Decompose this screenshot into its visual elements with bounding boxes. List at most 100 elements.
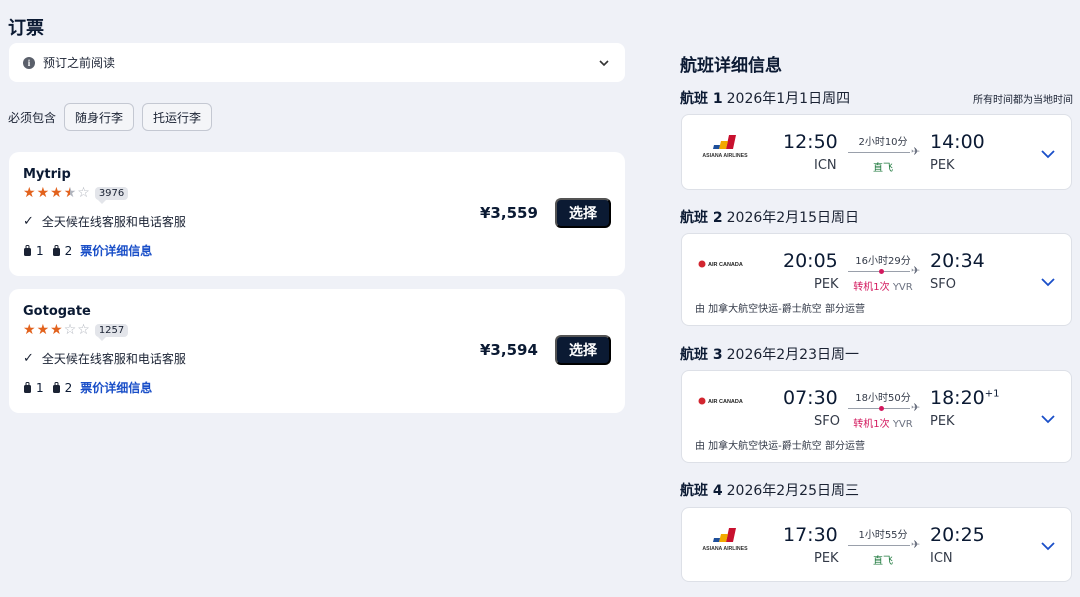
- star-icon: ★: [50, 185, 63, 201]
- stop-airport: YVR: [892, 419, 913, 430]
- chevron-down-icon[interactable]: [1040, 277, 1056, 287]
- air-canada-logo: AIR CANADA: [698, 260, 743, 268]
- flight-segment-card[interactable]: AIR CANADA 20:05 PEK 16小时29分 ✈ 转机1次 YVR …: [681, 233, 1072, 326]
- flight-segment-card[interactable]: AIR CANADA 07:30 SFO 18小时50分 ✈ 转机1次 YVR …: [681, 370, 1072, 463]
- arrival-time-value: 20:25: [930, 524, 985, 546]
- fare-details-link[interactable]: 票价详细信息: [80, 379, 152, 396]
- segment-header: 航班 1 2026年1月1日周四 所有时间都为当地时间: [680, 88, 1073, 108]
- operated-by: 由 加拿大航空快运-爵士航空 部分运营: [695, 304, 865, 315]
- star-icon: ★: [23, 322, 36, 338]
- checked-bag-icon: [52, 381, 60, 393]
- route-line: [848, 152, 910, 153]
- arrival-airport: ICN: [930, 551, 953, 566]
- select-offer-button[interactable]: 选择: [555, 198, 611, 228]
- review-count: 3976: [94, 186, 129, 204]
- arrival-airport: PEK: [930, 158, 955, 173]
- carry-on-count: 1: [36, 243, 44, 258]
- empty-star-icon: ☆: [77, 185, 90, 201]
- arrival-airport: PEK: [930, 414, 955, 429]
- chevron-down-icon[interactable]: [1040, 414, 1056, 424]
- notice-text: 预订之前阅读: [43, 56, 116, 70]
- asiana-airlines-logo: ASIANA AIRLINES: [702, 528, 748, 552]
- must-include-filter: 必须包含 随身行李 托运行李: [8, 103, 220, 131]
- rating-stars: ★ ★ ★ ☆ ☆ 1257: [23, 322, 129, 341]
- must-include-label: 必须包含: [8, 110, 57, 125]
- select-offer-button[interactable]: 选择: [555, 335, 611, 365]
- star-icon: ★: [36, 185, 50, 201]
- arrival-time: 18:20+1: [930, 387, 1000, 409]
- asiana-airlines-logo: ASIANA AIRLINES: [702, 135, 748, 159]
- check-icon: ✓: [23, 351, 34, 366]
- departure-airport: SFO: [814, 414, 840, 429]
- offer-card: Mytrip ★ ★ ★ ★ ☆ 3976 ✓ 全天候在线客服和电话客服 1 2…: [9, 152, 625, 276]
- checked-bag-icon: [52, 244, 60, 256]
- flight-segment-card[interactable]: ASIANA AIRLINES 17:30 PEK 1小时55分 ✈ 直飞 20…: [681, 507, 1072, 582]
- arrival-time: 20:34: [930, 250, 985, 272]
- rating-stars: ★ ★ ★ ★ ☆ 3976: [23, 185, 129, 204]
- stops-info: 直飞: [848, 552, 918, 567]
- stops-text: 直飞: [873, 163, 893, 174]
- arrival-time-value: 14:00: [930, 131, 985, 153]
- plane-icon: ✈: [911, 401, 921, 414]
- carry-on-count: 1: [36, 380, 44, 395]
- next-day-indicator: +1: [984, 388, 1000, 400]
- offer-price: ¥3,594: [480, 341, 538, 359]
- chevron-down-icon[interactable]: [1040, 541, 1056, 551]
- stop-airport: YVR: [892, 282, 913, 293]
- half-star-icon: ★: [63, 185, 77, 201]
- review-count: 1257: [94, 323, 129, 341]
- departure-time: 12:50: [783, 131, 838, 153]
- service-text: 全天候在线客服和电话客服: [41, 215, 186, 229]
- fare-details-link[interactable]: 票价详细信息: [80, 242, 152, 259]
- segment-header: 航班 3 2026年2月23日周一: [680, 344, 1073, 364]
- departure-time: 07:30: [783, 387, 838, 409]
- flight-details-title: 航班详细信息: [680, 56, 782, 76]
- svg-text:ASIANA AIRLINES: ASIANA AIRLINES: [702, 153, 748, 159]
- layover-dot: [879, 269, 884, 274]
- departure-airport: PEK: [814, 551, 839, 566]
- segment-label: 航班 2: [680, 210, 723, 226]
- departure-airport: PEK: [814, 277, 839, 292]
- stops-text: 直飞: [873, 556, 893, 567]
- local-time-note: 所有时间都为当地时间: [973, 95, 1073, 106]
- pre-booking-notice[interactable]: i 预订之前阅读: [9, 43, 625, 82]
- offer-card: Gotogate ★ ★ ★ ☆ ☆ 1257 ✓ 全天候在线客服和电话客服 1…: [9, 289, 625, 413]
- arrival-time-value: 20:34: [930, 250, 985, 272]
- segment-date: 2026年1月1日周四: [726, 91, 851, 107]
- segment-label: 航班 1: [680, 91, 723, 107]
- stops-info: 转机1次 YVR: [848, 415, 918, 430]
- star-icon: ★: [50, 322, 63, 338]
- chevron-down-icon[interactable]: [1040, 149, 1056, 159]
- provider-name: Gotogate: [23, 304, 91, 319]
- flight-duration: 1小时55分: [858, 530, 908, 541]
- stops-info: 转机1次 YVR: [848, 278, 918, 293]
- segment-date: 2026年2月15日周日: [726, 210, 859, 226]
- check-icon: ✓: [23, 214, 34, 229]
- departure-airport: ICN: [814, 158, 837, 173]
- chevron-down-icon[interactable]: [597, 56, 611, 70]
- arrival-time: 20:25: [930, 524, 985, 546]
- segment-date: 2026年2月23日周一: [726, 347, 859, 363]
- segment-header: 航班 4 2026年2月25日周三: [680, 480, 1073, 500]
- baggage-info: 1 2 票价详细信息: [23, 379, 152, 396]
- arrival-time: 14:00: [930, 131, 985, 153]
- info-icon: i: [23, 56, 35, 69]
- departure-time: 17:30: [783, 524, 838, 546]
- service-info: ✓ 全天候在线客服和电话客服: [23, 213, 186, 230]
- offer-price: ¥3,559: [480, 204, 538, 222]
- arrival-time-value: 18:20: [930, 387, 985, 409]
- checked-bag-count: 2: [64, 243, 73, 258]
- page-title: 订票: [8, 18, 44, 39]
- provider-name: Mytrip: [23, 167, 71, 182]
- segment-label: 航班 3: [680, 347, 723, 363]
- departure-time: 20:05: [783, 250, 838, 272]
- flight-segment-card[interactable]: ASIANA AIRLINES 12:50 ICN 2小时10分 ✈ 直飞 14…: [681, 114, 1072, 190]
- carry-on-bag-icon: [24, 381, 31, 393]
- flight-duration: 18小时50分: [855, 393, 911, 404]
- carry-on-filter-button[interactable]: 随身行李: [64, 103, 135, 131]
- checked-bag-filter-button[interactable]: 托运行李: [142, 103, 213, 131]
- flight-duration: 2小时10分: [858, 137, 908, 148]
- flight-duration: 16小时29分: [855, 256, 911, 267]
- route-line: [848, 545, 910, 546]
- segment-date: 2026年2月25日周三: [726, 483, 859, 499]
